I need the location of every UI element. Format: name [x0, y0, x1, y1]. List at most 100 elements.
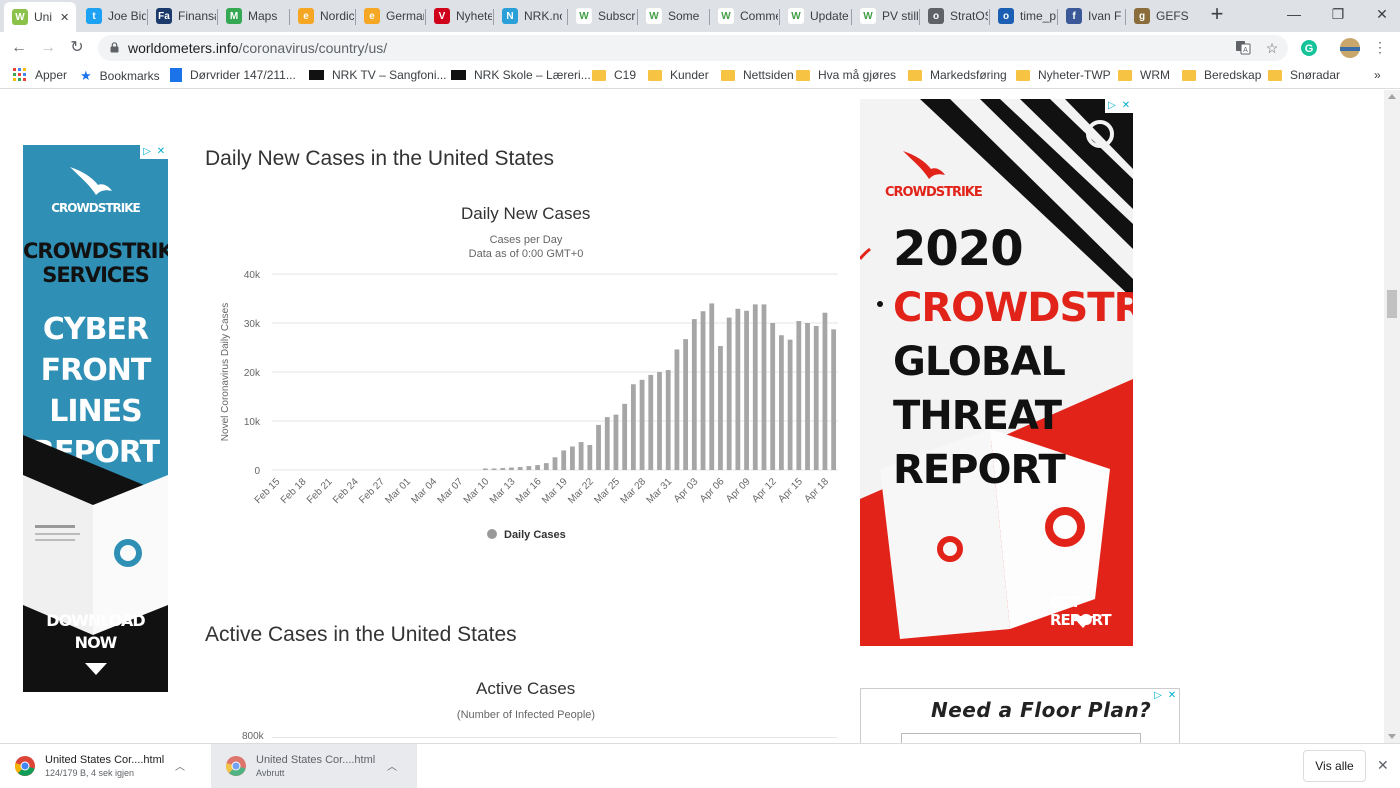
ad-choices[interactable]: ▷ ✕ — [1151, 689, 1179, 703]
x-tick-label: Feb 18 — [279, 476, 309, 506]
tab-3[interactable]: M Maps — [218, 4, 288, 28]
tab-13[interactable]: o StratOS — [920, 4, 988, 28]
tab-14[interactable]: o time_p — [990, 4, 1056, 28]
x-tick-label: Feb 24 — [331, 476, 361, 506]
menu-icon[interactable]: ⋮ — [1371, 38, 1389, 56]
tab-separator — [637, 9, 638, 25]
x-tick-label: Apr 18 — [802, 476, 831, 505]
bookmark-item[interactable]: ★ Bookmarks — [80, 68, 160, 84]
daily-cases-chart: 0 10k 20k 30k 40k Novel Coronavirus Daily Cas… — [220, 270, 838, 541]
bookmark-item[interactable]: Beredskap — [1182, 68, 1261, 82]
scroll-up-icon[interactable] — [1388, 94, 1396, 99]
star-icon: ★ — [80, 68, 92, 83]
close-window-icon[interactable]: ✕ — [1372, 6, 1392, 23]
bookmark-item[interactable]: Markedsføring — [908, 68, 1007, 82]
tab-6[interactable]: V Nyheter — [426, 4, 492, 28]
address-bar[interactable]: worldometers.info/coronavirus/country/us… — [98, 35, 1288, 61]
tab-16[interactable]: g GEFS — [1126, 4, 1196, 28]
bookmark-item[interactable]: Snøradar — [1268, 68, 1340, 82]
ad-cta[interactable]: DOWNLOAD NOW — [23, 610, 168, 654]
ad-floor-plan[interactable]: ▷ ✕ Need a Floor Plan? — [860, 688, 1180, 743]
ad-close-icon[interactable]: ✕ — [1165, 689, 1179, 703]
legend-marker — [487, 529, 497, 539]
grammarly-icon[interactable]: G — [1300, 39, 1318, 57]
bookmark-item[interactable]: Nyheter-TWP — [1016, 68, 1111, 82]
page-scrollbar[interactable] — [1384, 90, 1400, 743]
tab-12[interactable]: W PV still — [852, 4, 918, 28]
close-downloads-icon[interactable]: ✕ — [1377, 757, 1389, 774]
tab-0[interactable]: W United States Coronavirus ✕ — [4, 2, 76, 32]
bookmark-item[interactable]: NRK TV – Sangfoni... — [309, 68, 447, 82]
lock-icon[interactable] — [110, 42, 119, 53]
reload-icon[interactable]: ↻ — [67, 38, 87, 58]
download-item[interactable]: United States Cor....html 124/179 B, 4 s… — [0, 744, 205, 788]
tab-separator — [779, 9, 780, 25]
tab-10[interactable]: W Comments — [710, 4, 778, 28]
minimize-icon[interactable]: — — [1284, 6, 1304, 22]
bookmark-item[interactable]: WRM — [1118, 68, 1170, 82]
ad-right-crowdstrike[interactable]: ▷✕ CROWDSTRIKE 2020 CROWDSTRIKE GLOBAL T… — [860, 99, 1133, 646]
new-tab-button[interactable]: + — [1207, 3, 1227, 26]
tab-separator — [425, 9, 426, 25]
bookmark-item[interactable]: Kunder — [648, 68, 709, 82]
ad-right-brand: CROWDSTRIKE — [885, 185, 983, 200]
x-tick-label: Apr 12 — [750, 476, 779, 505]
tab-7[interactable]: N NRK.no — [494, 4, 566, 28]
downloads-bar: United States Cor....html 124/179 B, 4 s… — [0, 743, 1400, 788]
x-tick-label: Mar 07 — [436, 476, 466, 506]
tab-close-icon[interactable]: ✕ — [60, 11, 69, 24]
ad-right-choices[interactable]: ▷ ✕ — [1105, 99, 1133, 113]
adchoices-icon[interactable]: ▷ — [1151, 689, 1165, 703]
maximize-icon[interactable]: ❐ — [1328, 6, 1348, 23]
bookmark-label: WRM — [1140, 68, 1170, 82]
bookmark-item[interactable]: Hva må gjøres — [796, 68, 896, 82]
star-bookmark-icon[interactable]: ☆ — [1263, 39, 1281, 57]
download-status: 124/179 B, 4 sek igjen — [45, 768, 135, 778]
chevron-up-icon[interactable]: ︿ — [387, 758, 397, 773]
bookmark-item[interactable]: Dørvrider 147/211... — [170, 68, 296, 82]
ad-close-icon[interactable]: ✕ — [154, 145, 168, 159]
scroll-down-icon[interactable] — [1388, 734, 1396, 739]
chevron-up-icon[interactable]: ︿ — [175, 758, 185, 773]
chart-bar — [744, 310, 749, 470]
avatar[interactable] — [1340, 38, 1360, 58]
url-text[interactable]: worldometers.info/coronavirus/country/us… — [128, 40, 387, 56]
ad-choices[interactable]: ▷ ✕ — [140, 145, 168, 159]
bookmark-item[interactable]: Nettsiden — [721, 68, 794, 82]
bookmark-item[interactable]: NRK Skole – Læreri... — [451, 68, 591, 82]
download-item[interactable]: United States Cor....html Avbrutt ︿ — [211, 744, 417, 788]
tab-1[interactable]: t Joe Biden — [78, 4, 146, 28]
tab-15[interactable]: f Ivan F — [1058, 4, 1124, 28]
ad-left-crowdstrike[interactable]: ▷✕ CROWDSTRIKE CROWDSTRIKE SERVICES CYBE… — [23, 145, 168, 692]
tab-2[interactable]: Fa Finansavisen — [148, 4, 216, 28]
bookmark-label: Nettsiden — [743, 68, 794, 82]
tab-8[interactable]: W Subscribe — [568, 4, 636, 28]
x-tick-label: Apr 09 — [724, 476, 753, 505]
tab-separator — [289, 9, 290, 25]
tab-4[interactable]: e Nordic — [290, 4, 354, 28]
adchoices-icon[interactable]: ▷ — [1105, 99, 1119, 113]
x-tick-label: Mar 19 — [540, 476, 570, 506]
bookmark-label: C19 — [614, 68, 637, 82]
forward-icon[interactable]: → — [38, 38, 58, 58]
bookmark-item[interactable]: C19 — [592, 68, 636, 82]
site-icon — [170, 68, 182, 82]
bookmarks-overflow-icon[interactable]: » — [1374, 68, 1381, 82]
tab-11[interactable]: W Update — [780, 4, 850, 28]
translate-icon[interactable]: A — [1234, 39, 1252, 57]
ad-close-icon[interactable]: ✕ — [1119, 99, 1133, 113]
ad-brand: CROWDSTRIKE — [51, 201, 140, 215]
scroll-thumb[interactable] — [1387, 290, 1397, 318]
show-all-downloads-button[interactable]: Vis alle — [1303, 750, 1366, 782]
back-icon[interactable]: ← — [9, 38, 29, 58]
adchoices-icon[interactable]: ▷ — [140, 145, 154, 159]
ad-heading: CROWDSTRIKE SERVICES — [23, 239, 168, 287]
ad-line3: CYBER — [42, 312, 149, 347]
bookmark-item[interactable]: Apper — [13, 68, 67, 82]
tab-label: NRK.no — [524, 9, 562, 23]
tab-5[interactable]: e Germany — [356, 4, 424, 28]
y-tick-label: 20k — [244, 368, 261, 379]
tab-separator — [709, 9, 710, 25]
tab-9[interactable]: W Some — [638, 4, 708, 28]
chart-bar — [674, 349, 680, 470]
